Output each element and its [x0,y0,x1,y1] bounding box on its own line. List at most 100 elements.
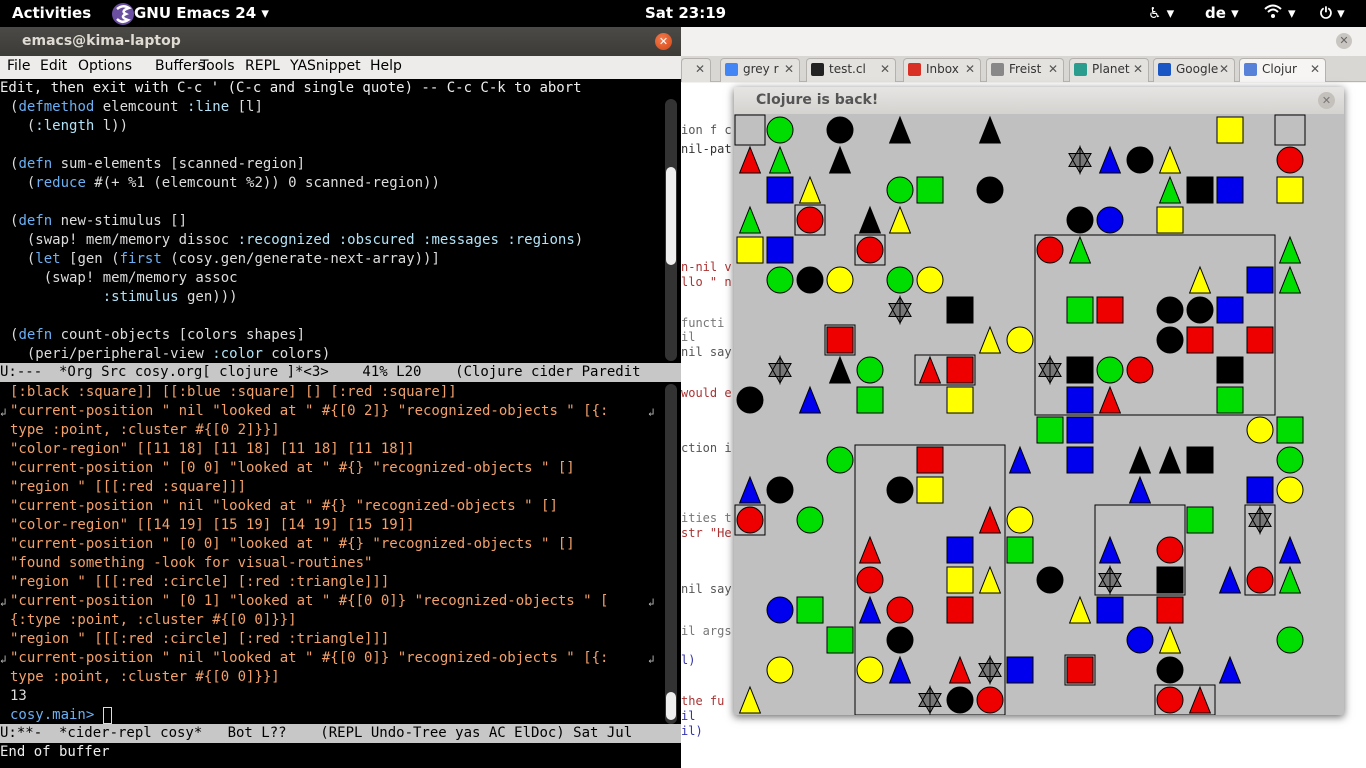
close-icon[interactable]: ✕ [1336,33,1352,49]
browser-tab[interactable]: Freist ✕ [986,58,1064,82]
red-circle [1126,356,1154,384]
activities-button[interactable]: Activities [12,4,91,22]
clojure-icon [1244,63,1257,76]
menu-item-tools[interactable]: Tools [200,58,235,74]
fringe-wrap-icon: ↲ [0,596,7,609]
blue-triangle [888,655,912,684]
grey-star [1248,505,1272,535]
black-circle [736,386,764,414]
blue-square [1216,296,1244,324]
yellow-square [1156,206,1184,234]
code-line: (swap! mem/memory assoc [10,270,238,286]
repl-line: cosy.main> [10,706,660,725]
close-icon[interactable]: ✕ [1133,62,1143,76]
blue-square [766,176,794,204]
red-square [826,326,854,354]
yellow-circle [916,266,944,294]
app-menu-label: GNU Emacs 24 [134,4,257,22]
clock[interactable]: Sat 23:19 [645,4,726,22]
fringe-wrap-icon: ↲ [648,653,655,666]
black-square [1186,176,1214,204]
green-circle [886,266,914,294]
red-circle [886,596,914,624]
close-icon[interactable]: ✕ [1219,62,1229,76]
code-scrollbar[interactable] [665,99,677,361]
close-icon[interactable]: ✕ [1310,62,1320,76]
code-line: (let [gen (first (cosy.gen/generate-next… [10,251,440,267]
browser-tab[interactable]: Inbox ✕ [903,58,981,82]
blue-square [1066,446,1094,474]
browser-tab[interactable]: ✕ [681,58,711,82]
red-square [946,356,974,384]
yellow-circle [1276,476,1304,504]
yellow-circle [766,656,794,684]
green-triangle [1278,235,1302,264]
menu-item-buffers[interactable]: Buffers [155,58,205,74]
browser-tab[interactable]: grey r ✕ [720,58,800,82]
green-triangle [768,145,792,174]
wifi-icon[interactable] [1263,2,1283,24]
green-square [826,626,854,654]
red-triangle [978,505,1002,534]
close-icon[interactable]: ✕ [965,62,975,76]
menu-item-repl[interactable]: REPL [245,58,280,74]
green-square [1186,506,1214,534]
repl-line: "region " [[[:red :square]]] [10,479,247,495]
close-icon[interactable]: ✕ [1048,62,1058,76]
yellow-square [946,566,974,594]
browser-tab[interactable]: Planet ✕ [1069,58,1149,82]
browser-tab-label: Clojur [1262,62,1297,76]
red-circle [1156,686,1184,714]
repl-line: "color-region" [[14 19] [15 19] [14 19] … [10,517,415,533]
blue-triangle [1098,145,1122,174]
yellow-triangle [738,685,762,714]
green-square [1006,536,1034,564]
close-icon[interactable]: ✕ [695,62,705,76]
grey-star [888,295,912,325]
app-menu[interactable]: GNU Emacs 24 ▾ [134,4,269,22]
black-circle [1066,206,1094,234]
blue-square [1216,176,1244,204]
red-triangle [918,355,942,384]
red-circle [856,566,884,594]
planet-icon [1074,63,1087,76]
menu-item-yasnippet[interactable]: YASnippet [290,58,361,74]
grey-star [768,355,792,385]
repl-line: type :point, :cluster #{[0 0]}}] [10,669,280,685]
black-circle [1156,656,1184,684]
close-icon[interactable]: ✕ [655,33,672,50]
green-square [1066,296,1094,324]
menu-item-edit[interactable]: Edit [40,58,67,74]
browser-tab[interactable]: test.cl ✕ [806,58,896,82]
menu-item-help[interactable]: Help [370,58,402,74]
browser-tab-label: Planet [1092,62,1130,76]
red-square [1096,296,1124,324]
green-square [916,176,944,204]
echo-area: End of buffer [0,744,110,760]
region-box [1274,114,1306,146]
red-circle [1276,146,1304,174]
browser-tab[interactable]: Clojur ✕ [1239,58,1326,82]
menu-item-file[interactable]: File [7,58,30,74]
repl-scrollbar[interactable] [665,384,677,724]
g-icon [725,63,738,76]
browser-tab-label: Freist [1009,62,1042,76]
black-triangle [1158,445,1182,474]
yellow-triangle [978,325,1002,354]
yellow-square [1276,176,1304,204]
black-circle [1156,326,1184,354]
close-icon[interactable]: ✕ [784,62,794,76]
power-icon[interactable]: ⏻ ▾ [1320,4,1345,22]
menu-item-options[interactable]: Options [78,58,132,74]
code-line: :stimulus gen))) [102,289,238,305]
keyboard-layout[interactable]: de ▾ [1205,4,1239,22]
close-icon[interactable]: ✕ [1318,92,1335,109]
blue-square [1246,266,1274,294]
yellow-triangle [1158,145,1182,174]
accessibility-icon[interactable]: ♿ ▾ [1148,4,1174,22]
browser-tab[interactable]: Google ✕ [1153,58,1235,82]
stimulus-canvas[interactable] [734,114,1344,715]
close-icon[interactable]: ✕ [880,62,890,76]
blue-triangle [1278,535,1302,564]
black-circle [946,686,974,714]
